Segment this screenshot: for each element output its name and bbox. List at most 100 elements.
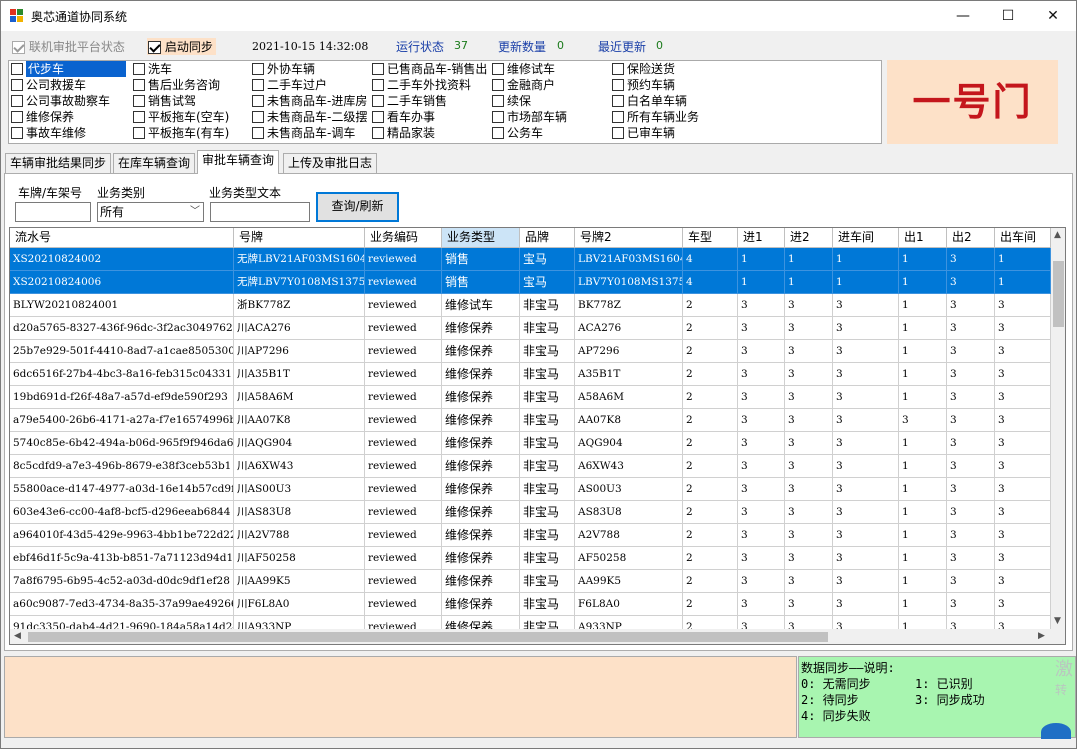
- scroll-up-icon[interactable]: ▲: [1054, 230, 1061, 240]
- table-row[interactable]: BLYW20210824001 浙BK778Z reviewed 维修试车 非宝马 BK7…: [10, 294, 1051, 317]
- checkbox-icon[interactable]: [372, 63, 384, 75]
- checkbox-icon[interactable]: [612, 127, 624, 139]
- table-row[interactable]: 19bd691d-f26f-48a7-a57d-ef9de590f293 川A58…: [10, 386, 1051, 409]
- checkbox-icon[interactable]: [492, 63, 504, 75]
- column-header[interactable]: 品牌: [520, 228, 575, 248]
- category-item[interactable]: 维修试车: [492, 61, 610, 77]
- tab-upload-log[interactable]: 上传及审批日志: [283, 153, 378, 173]
- checkbox-icon[interactable]: [492, 127, 504, 139]
- table-row[interactable]: 7a8f6795-6b95-4c52-a03d-d0dc9df1ef28 川AA9…: [10, 570, 1051, 593]
- checkbox-icon[interactable]: [252, 111, 264, 123]
- table-row[interactable]: d20a5765-8327-436f-96dc-3f2ac3049762 川ACA…: [10, 317, 1051, 340]
- biz-text-input[interactable]: [210, 202, 310, 222]
- checkbox-icon[interactable]: [612, 95, 624, 107]
- checkbox-icon[interactable]: [612, 111, 624, 123]
- table-row[interactable]: 8c5cdfd9-a7e3-496b-8679-e38f3ceb53b1 川A6X…: [10, 455, 1051, 478]
- category-item[interactable]: 未售商品车-二级摆: [252, 109, 372, 125]
- scroll-left-icon[interactable]: ◀: [14, 631, 21, 641]
- query-refresh-button[interactable]: 查询/刷新: [316, 192, 399, 222]
- column-header[interactable]: 号牌: [234, 228, 365, 248]
- category-item[interactable]: 续保: [492, 93, 610, 109]
- horizontal-scrollbar[interactable]: ◀ ▶: [10, 629, 1051, 644]
- category-item[interactable]: 精品家装: [372, 125, 492, 141]
- plate-input[interactable]: [15, 202, 91, 222]
- checkbox-icon[interactable]: [133, 95, 145, 107]
- category-item[interactable]: 二手车过户: [252, 77, 372, 93]
- checkbox-icon[interactable]: [492, 79, 504, 91]
- category-item[interactable]: 二手车外找资料: [372, 77, 492, 93]
- column-header[interactable]: 进2: [785, 228, 833, 248]
- table-row[interactable]: XS20210824006 无牌LBV7Y0108MS137555 reviewed…: [10, 271, 1051, 294]
- category-item[interactable]: 市场部车辆: [492, 109, 610, 125]
- checkbox-icon[interactable]: [252, 95, 264, 107]
- table-row[interactable]: a964010f-43d5-429e-9963-4bb1be722d22 川A2V…: [10, 524, 1051, 547]
- checkbox-icon[interactable]: [133, 63, 145, 75]
- category-item[interactable]: 销售试驾: [133, 93, 251, 109]
- category-item[interactable]: 公司事故勘察车: [11, 93, 131, 109]
- checkbox-icon[interactable]: [252, 127, 264, 139]
- tab-approval-query[interactable]: 审批车辆查询: [197, 150, 280, 174]
- auto-sync-checkbox[interactable]: 启动同步: [147, 38, 216, 55]
- checkbox-icon[interactable]: [252, 79, 264, 91]
- category-item[interactable]: 已售商品车-销售出: [372, 61, 492, 77]
- scroll-thumb[interactable]: [1053, 261, 1064, 327]
- category-item[interactable]: 维修保养: [11, 109, 131, 125]
- checkbox-icon[interactable]: [11, 111, 23, 123]
- table-row[interactable]: XS20210824002无牌LBV21AF03MS160450reviewed…: [10, 248, 1051, 271]
- scroll-right-icon[interactable]: ▶: [1038, 631, 1045, 641]
- table-row[interactable]: 55800ace-d147-4977-a03d-16e14b57cd9f 川AS0…: [10, 478, 1051, 501]
- close-button[interactable]: ✕: [1030, 1, 1076, 31]
- tab-approval-sync[interactable]: 车辆审批结果同步: [5, 153, 112, 173]
- table-row[interactable]: ebf46d1f-5c9a-413b-b851-7a71123d94d1 川AF5…: [10, 547, 1051, 570]
- checkbox-icon[interactable]: [372, 79, 384, 91]
- checkbox-icon[interactable]: [133, 79, 145, 91]
- column-header[interactable]: 业务类型: [442, 228, 520, 248]
- checkbox-icon[interactable]: [372, 95, 384, 107]
- column-header[interactable]: 进1: [738, 228, 785, 248]
- checkbox-icon[interactable]: [372, 111, 384, 123]
- column-header[interactable]: 出2: [947, 228, 995, 248]
- category-item[interactable]: 外协车辆: [252, 61, 372, 77]
- category-item[interactable]: 白名单车辆: [612, 93, 742, 109]
- category-item[interactable]: 看车办事: [372, 109, 492, 125]
- checkbox-icon[interactable]: [11, 63, 23, 75]
- column-header[interactable]: 车型: [683, 228, 738, 248]
- checkbox-icon[interactable]: [372, 127, 384, 139]
- table-row[interactable]: 5740c85e-6b42-494a-b06d-965f9f946da6 川AQG…: [10, 432, 1051, 455]
- minimize-button[interactable]: —: [940, 1, 986, 31]
- column-header[interactable]: 出车间: [995, 228, 1051, 248]
- category-item[interactable]: 售后业务咨询: [133, 77, 251, 93]
- biz-type-select[interactable]: 所有 ﹀: [97, 202, 204, 222]
- category-item[interactable]: 二手车销售: [372, 93, 492, 109]
- tab-in-stock-query[interactable]: 在库车辆查询: [113, 153, 196, 173]
- category-item[interactable]: 未售商品车-调车: [252, 125, 372, 141]
- checkbox-icon[interactable]: [11, 127, 23, 139]
- checkbox-icon[interactable]: [133, 127, 145, 139]
- checkbox-icon[interactable]: [492, 111, 504, 123]
- maximize-button[interactable]: ☐: [985, 1, 1031, 31]
- table-row[interactable]: a60c9087-7ed3-4734-8a35-37a99ae49266 川F6L…: [10, 593, 1051, 616]
- checkbox-icon[interactable]: [612, 63, 624, 75]
- checkbox-icon[interactable]: [133, 111, 145, 123]
- category-item[interactable]: 平板拖车(有车): [133, 125, 251, 141]
- category-item[interactable]: 代步车: [11, 61, 131, 77]
- checkbox-icon[interactable]: [252, 63, 264, 75]
- category-item[interactable]: 未售商品车-进库房: [252, 93, 372, 109]
- column-header[interactable]: 出1: [899, 228, 947, 248]
- column-header[interactable]: 进车间: [833, 228, 899, 248]
- checkbox-icon[interactable]: [492, 95, 504, 107]
- category-item[interactable]: 洗车: [133, 61, 251, 77]
- scroll-down-icon[interactable]: ▼: [1054, 616, 1061, 626]
- table-row[interactable]: 25b7e929-501f-4410-8ad7-a1cae8505300 川AP7…: [10, 340, 1051, 363]
- category-item[interactable]: 保险送货: [612, 61, 742, 77]
- checkbox-icon[interactable]: [612, 79, 624, 91]
- category-item[interactable]: 已审车辆: [612, 125, 742, 141]
- category-item[interactable]: 事故车维修: [11, 125, 131, 141]
- category-item[interactable]: 金融商户: [492, 77, 610, 93]
- category-item[interactable]: 预约车辆: [612, 77, 742, 93]
- category-item[interactable]: 公务车: [492, 125, 610, 141]
- scroll-thumb[interactable]: [28, 632, 828, 642]
- column-header[interactable]: 号牌2: [575, 228, 683, 248]
- checkbox-icon[interactable]: [11, 79, 23, 91]
- vertical-scrollbar[interactable]: ▲ ▼: [1051, 228, 1065, 629]
